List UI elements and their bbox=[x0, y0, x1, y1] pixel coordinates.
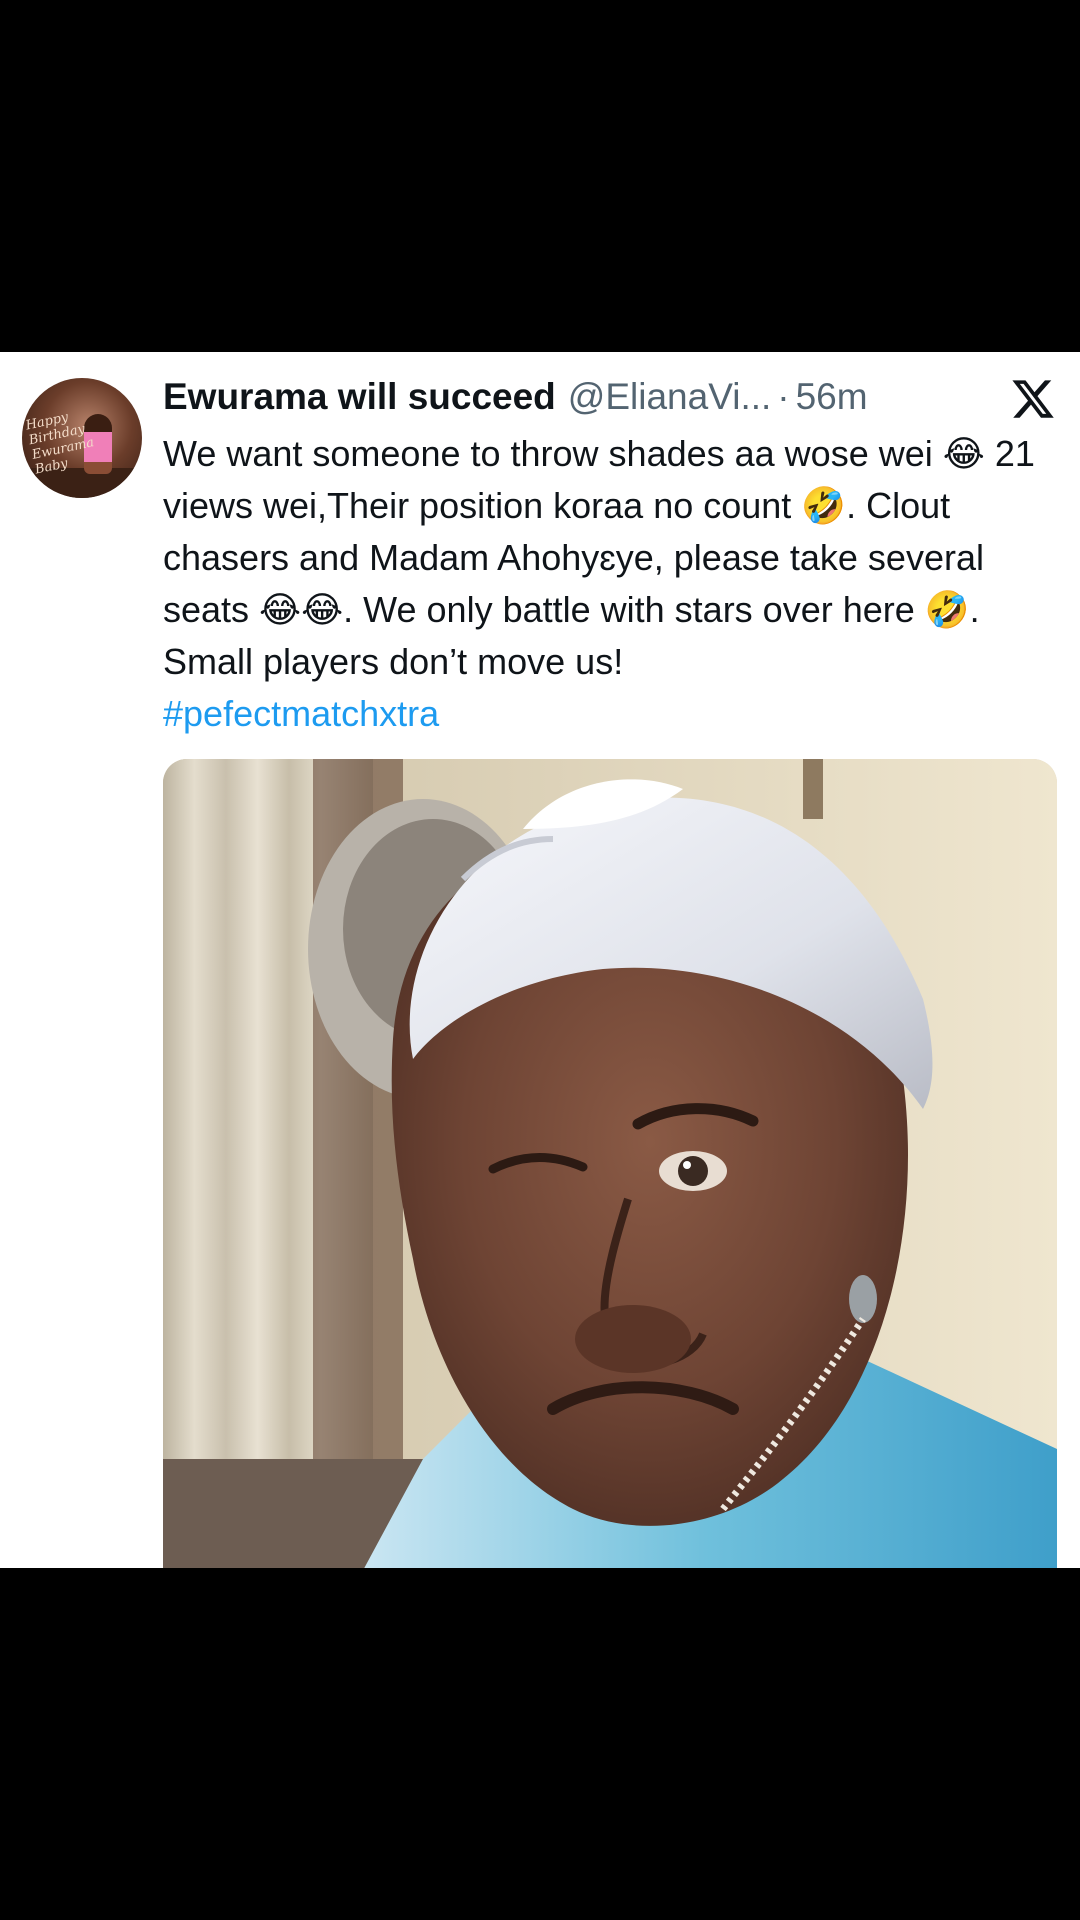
display-name[interactable]: Ewurama will succeed bbox=[163, 376, 556, 418]
screen: Happy Birthday Ewurama Baby Ewurama will… bbox=[0, 0, 1080, 1920]
tweet-header: Ewurama will succeed @ElianaVi... · 56m bbox=[163, 376, 868, 424]
timestamp[interactable]: 56m bbox=[796, 376, 868, 418]
avatar-caption: Happy Birthday Ewurama Baby bbox=[24, 409, 96, 478]
x-logo-icon bbox=[1012, 380, 1054, 418]
elderly-woman-photo bbox=[163, 759, 1057, 1568]
tweet-text: We want someone to throw shades aa wose … bbox=[163, 428, 1063, 740]
avatar[interactable]: Happy Birthday Ewurama Baby bbox=[22, 378, 142, 498]
user-handle[interactable]: @ElianaVi... bbox=[568, 376, 771, 418]
tweet-media-image[interactable] bbox=[163, 759, 1057, 1568]
tweet-card[interactable]: Happy Birthday Ewurama Baby Ewurama will… bbox=[0, 352, 1080, 1568]
separator-dot: · bbox=[777, 376, 790, 417]
tweet-body: We want someone to throw shades aa wose … bbox=[163, 433, 1035, 682]
hashtag-link[interactable]: #pefectmatchxtra bbox=[163, 693, 439, 734]
